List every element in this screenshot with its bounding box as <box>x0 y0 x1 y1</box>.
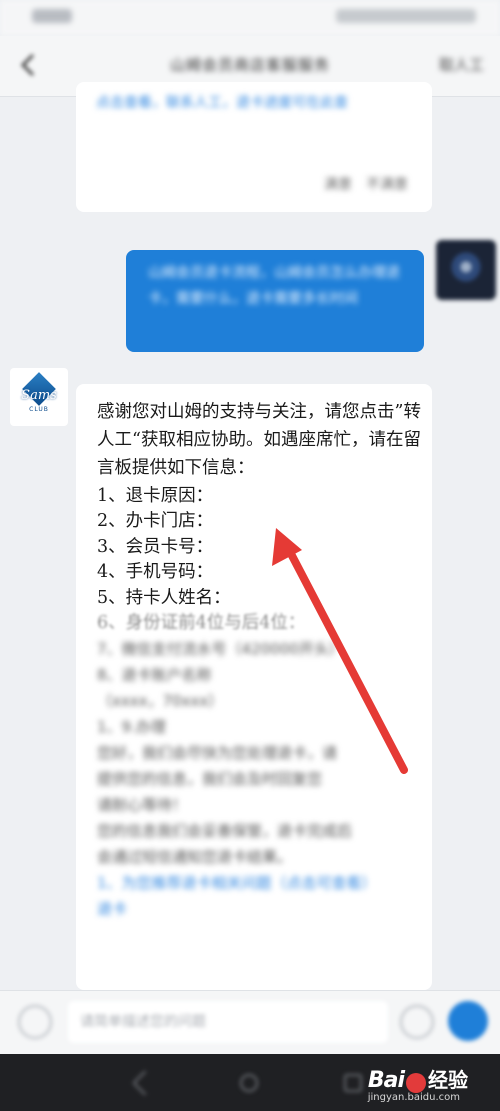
feedback-buttons[interactable]: 满意 不满意 <box>324 174 408 194</box>
watermark-logo: Bai <box>367 1068 405 1093</box>
user-message: 山姆会员退卡流程，山姆会员怎么办理退卡，需要什么，退卡需要多长时间 <box>126 250 424 352</box>
user-message-text: 山姆会员退卡流程，山姆会员怎么办理退卡，需要什么，退卡需要多长时间 <box>148 265 400 307</box>
user-avatar[interactable] <box>436 240 496 300</box>
nav-recent-apps-icon[interactable] <box>344 1074 362 1092</box>
status-icons-left <box>32 9 72 23</box>
blurred-line: 提供您的信息，我们会及时回复您 <box>97 770 323 788</box>
blurred-line: 会通过短信通知您退卡结果。 <box>97 848 293 866</box>
list-item: 2、办卡门店： <box>97 511 214 532</box>
voice-input-icon[interactable] <box>18 1005 52 1039</box>
list-item: 4、手机号码： <box>97 562 214 583</box>
blurred-line: 7、微信支付流水号（420000开头） <box>97 640 344 658</box>
back-arrow-icon[interactable] <box>14 50 44 80</box>
blurred-line: （xxxx，70xxx） <box>97 692 224 710</box>
baidu-jingyan-watermark: Bai 经验 jingyan.baidu.com <box>367 1064 468 1103</box>
bot-avatar[interactable]: Sams CLUB <box>10 368 68 426</box>
chat-title: 山姆会员商店客服服务 <box>169 56 330 74</box>
nav-back-icon[interactable] <box>132 1070 158 1096</box>
watermark-logo-suffix: 经验 <box>428 1068 468 1092</box>
watermark-site: jingyan.baidu.com <box>367 1092 460 1103</box>
status-icons-right <box>336 9 476 23</box>
blurred-line: 请耐心等待！ <box>97 796 188 814</box>
related-questions-link[interactable]: 1、为您推荐退卡相关问题（点击可查看） <box>97 870 423 896</box>
nav-home-icon[interactable] <box>240 1074 258 1092</box>
list-item: 6、身份证前4位与后4位： <box>97 613 306 634</box>
bot-message-link[interactable]: 点击查看，联系人工，退卡进度可在此查 <box>96 92 396 112</box>
list-item: 5、持卡人姓名： <box>97 587 231 608</box>
blurred-line: 8、退卡账户名称 <box>97 666 212 684</box>
message-input[interactable]: 请简单描述您的问题 <box>68 1001 388 1043</box>
bot-message-intro: 感谢您对山姆的支持与关注，请您点击”转人工“获取相应协助。如遇座席忙，请在留言板… <box>97 402 421 478</box>
related-questions-link[interactable]: 退卡 <box>97 896 423 922</box>
more-actions-icon[interactable] <box>448 1001 488 1041</box>
bot-message-previous: 点击查看，联系人工，退卡进度可在此查 满意 不满意 <box>76 82 432 212</box>
chat-input-bar: 请简单描述您的问题 <box>0 990 500 1055</box>
required-info-list: 1、退卡原因： 2、办卡门店： 3、会员卡号： 4、手机号码： 5、持卡人姓名：… <box>97 484 423 636</box>
list-item: 1、退卡原因： <box>97 486 214 506</box>
blurred-line: 您好，我们会尽快为您处理退卡，请 <box>97 744 338 762</box>
emoji-icon[interactable] <box>400 1005 434 1039</box>
blurred-line: 1、9.办理 <box>97 718 166 736</box>
baidu-paw-icon <box>406 1072 426 1093</box>
human-service-button[interactable]: 取人工 <box>439 54 484 75</box>
bot-message-main: 感谢您对山姆的支持与关注，请您点击”转人工“获取相应协助。如遇座席忙，请在留言板… <box>76 384 432 990</box>
bot-avatar-club: CLUB <box>29 406 49 413</box>
blurred-line: 您的信息我们会妥善保管，退卡完成后 <box>97 822 353 840</box>
bot-message-blurred-content: 7、微信支付流水号（420000开头） 8、退卡账户名称 （xxxx，70xxx… <box>97 636 423 922</box>
bot-avatar-brand: Sams <box>21 388 57 403</box>
list-item: 3、会员卡号： <box>97 536 214 557</box>
status-bar <box>0 0 500 36</box>
